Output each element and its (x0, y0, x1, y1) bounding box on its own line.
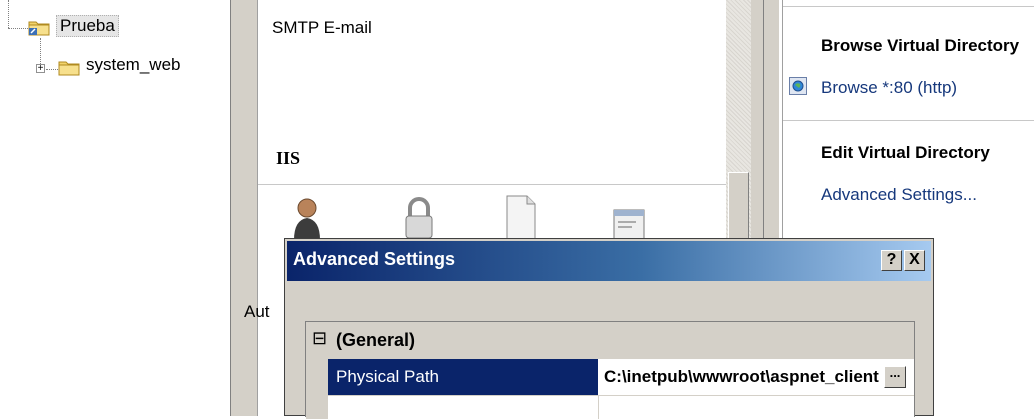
tree-item-label: system_web (86, 55, 181, 74)
property-grid: ⊟ (General) Physical Path C:\inetpub\www… (305, 321, 915, 419)
window-icon[interactable] (612, 208, 646, 242)
section-title-iis: IIS (276, 148, 301, 168)
help-button[interactable]: ? (881, 250, 902, 271)
tree-line (46, 69, 58, 70)
physical-path-value[interactable]: C:\inetpub\wwwroot\aspnet_client (604, 367, 882, 387)
advanced-settings-link[interactable]: Advanced Settings... (821, 185, 977, 205)
connections-tree: Prueba + system_web (0, 0, 230, 416)
user-icon[interactable] (290, 196, 324, 242)
dialog-title: Advanced Settings (293, 249, 456, 269)
advanced-settings-dialog: Advanced Settings ? X ⊟ (General) Physic… (284, 238, 934, 419)
browse-port-80-link[interactable]: Browse *:80 (http) (821, 78, 957, 98)
tree-line (8, 28, 28, 29)
edit-virtual-directory-header: Edit Virtual Directory (821, 143, 990, 162)
lock-icon[interactable] (400, 194, 438, 242)
pane-splitter[interactable] (230, 0, 258, 416)
feature-label-partial[interactable]: Aut (244, 302, 270, 322)
browse-virtual-directory-header: Browse Virtual Directory (821, 36, 1020, 55)
property-name-cell[interactable]: Physical Path (328, 359, 598, 395)
tree-line (8, 0, 9, 28)
section-divider (258, 184, 726, 185)
tree-expander-plus[interactable]: + (36, 64, 45, 74)
property-row-physical-path[interactable]: Physical Path C:\inetpub\wwwroot\aspnet_… (306, 359, 914, 395)
tree-item-label: Prueba (56, 15, 119, 37)
scrollbar-thumb[interactable] (728, 172, 749, 242)
folder-icon (58, 61, 80, 76)
category-label: (General) (336, 330, 416, 350)
feature-smtp-email-label[interactable]: SMTP E-mail (272, 18, 372, 38)
category-collapse-icon[interactable]: ⊟ (312, 328, 327, 349)
browse-globe-icon (789, 77, 807, 95)
virtual-directory-folder-icon (28, 21, 50, 36)
document-icon[interactable] (504, 194, 538, 242)
property-name: Physical Path (336, 367, 439, 386)
property-value-cell[interactable]: C:\inetpub\wwwroot\aspnet_client ... (598, 359, 914, 395)
property-row-next[interactable] (306, 395, 914, 419)
browse-path-button[interactable]: ... (884, 366, 906, 388)
dialog-title-bar[interactable]: Advanced Settings ? X (287, 241, 931, 281)
category-row-general[interactable]: ⊟ (General) (306, 322, 914, 359)
close-button[interactable]: X (904, 250, 925, 271)
